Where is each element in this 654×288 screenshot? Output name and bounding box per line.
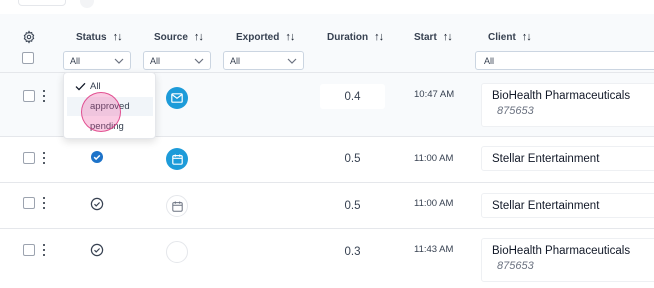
duration-cell[interactable]: 0.4 <box>320 84 385 109</box>
row-checkbox[interactable] <box>23 197 35 209</box>
sort-icon[interactable]: ↑↓ <box>194 31 204 43</box>
sort-icon[interactable]: ↑↓ <box>443 31 453 43</box>
row-checkbox[interactable] <box>23 244 35 256</box>
table-row[interactable]: 0.5 11:00 AM Stellar Entertainment <box>0 137 654 183</box>
start-time: 11:00 AM <box>414 198 454 209</box>
sort-icon[interactable]: ↑↓ <box>522 31 532 43</box>
more-options-icon[interactable] <box>42 90 46 102</box>
chevron-down-icon <box>114 58 124 64</box>
check-circle-outline-icon <box>90 197 104 211</box>
exported-filter-select[interactable]: All <box>223 51 304 70</box>
dropdown-option-pending[interactable]: pending <box>67 117 153 136</box>
column-header-duration[interactable]: Duration ↑↓ <box>327 31 384 43</box>
chevron-down-icon <box>194 58 204 64</box>
calendar-outline-icon <box>166 195 188 217</box>
chevron-down-icon <box>287 58 297 64</box>
column-header-exported[interactable]: Exported ↑↓ <box>236 31 295 43</box>
status-filter-select[interactable]: All <box>63 51 131 70</box>
table-row[interactable]: 0.3 11:43 AM BioHealth Pharmaceuticals 8… <box>0 229 654 288</box>
duration-cell[interactable]: 0.3 <box>320 239 385 264</box>
check-circle-filled-icon <box>91 151 103 163</box>
column-header-start[interactable]: Start ↑↓ <box>414 31 453 43</box>
client-cell[interactable]: Stellar Entertainment <box>481 146 654 171</box>
toolbar-button-partial[interactable] <box>18 0 66 6</box>
client-name: BioHealth Pharmaceuticals <box>492 90 631 102</box>
table-row[interactable]: 0.5 11:00 AM Stellar Entertainment <box>0 183 654 229</box>
column-header-source[interactable]: Source ↑↓ <box>154 31 204 43</box>
table-header: Status ↑↓ Source ↑↓ Exported ↑↓ Duration… <box>0 14 654 73</box>
client-cell[interactable]: BioHealth Pharmaceuticals 875653 <box>481 238 654 282</box>
toolbar-icon-partial[interactable] <box>80 0 94 8</box>
column-header-status[interactable]: Status ↑↓ <box>76 31 123 43</box>
dropdown-option-approved[interactable]: approved <box>67 97 153 116</box>
client-filter-input[interactable]: All <box>475 51 654 70</box>
duration-cell[interactable]: 0.5 <box>320 193 385 218</box>
check-circle-outline-icon <box>90 243 104 257</box>
checkmark-icon <box>75 82 86 91</box>
empty-circle-icon <box>166 241 188 263</box>
client-cell[interactable]: BioHealth Pharmaceuticals 875653 <box>481 83 654 127</box>
more-options-icon[interactable] <box>42 152 46 164</box>
start-time: 10:47 AM <box>414 89 455 100</box>
top-toolbar-partial <box>0 0 654 14</box>
more-options-icon[interactable] <box>42 197 46 209</box>
duration-cell[interactable]: 0.5 <box>320 146 385 171</box>
client-number: 875653 <box>497 260 534 272</box>
row-checkbox[interactable] <box>23 90 35 102</box>
start-time: 11:00 AM <box>414 153 454 164</box>
sort-icon[interactable]: ↑↓ <box>285 31 295 43</box>
mail-icon <box>166 87 188 109</box>
start-time: 11:43 AM <box>414 244 454 255</box>
dropdown-option-all[interactable]: All <box>67 77 153 96</box>
select-all-checkbox[interactable] <box>22 52 34 64</box>
column-header-client[interactable]: Client ↑↓ <box>488 31 532 43</box>
sort-icon[interactable]: ↑↓ <box>113 31 123 43</box>
status-filter-dropdown: All approved pending <box>63 72 156 139</box>
gear-icon[interactable] <box>22 30 36 44</box>
sort-icon[interactable]: ↑↓ <box>374 31 384 43</box>
calendar-icon <box>166 148 188 170</box>
source-filter-select[interactable]: All <box>143 51 211 70</box>
client-cell[interactable]: Stellar Entertainment <box>481 193 654 218</box>
row-checkbox[interactable] <box>23 152 35 164</box>
client-name: BioHealth Pharmaceuticals <box>492 245 631 257</box>
client-number: 875653 <box>497 105 534 117</box>
more-options-icon[interactable] <box>42 244 46 256</box>
